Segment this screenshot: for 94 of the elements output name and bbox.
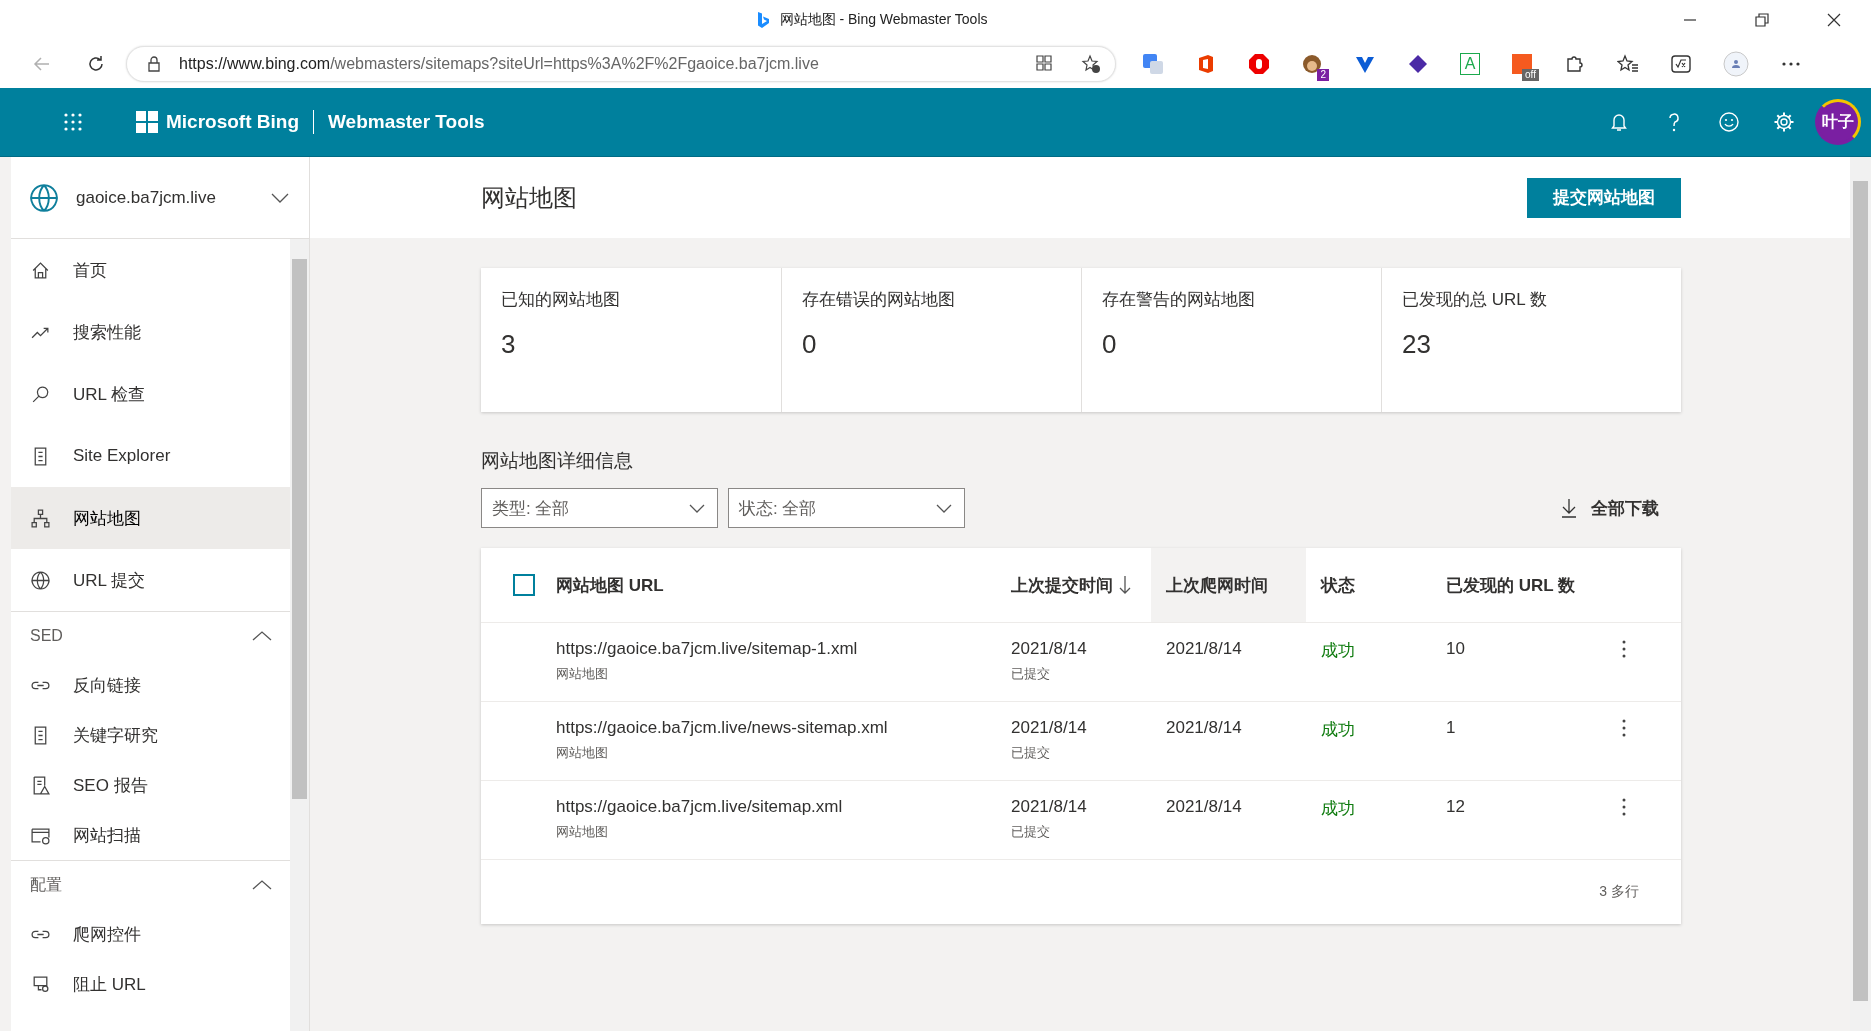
stat-label: 已发现的总 URL 数 [1402, 289, 1548, 311]
stat-value: 3 [501, 329, 517, 360]
download-icon [1561, 498, 1577, 518]
site-selector[interactable]: gaoice.ba7jcm.live [11, 157, 309, 239]
nav-item[interactable]: 爬网控件 [11, 909, 290, 959]
notification-icon[interactable] [1608, 111, 1630, 133]
stat-value: 23 [1402, 329, 1432, 360]
chevron-down-icon [689, 503, 705, 513]
column-header[interactable]: 上次爬网时间 [1151, 548, 1306, 622]
select-all-checkbox[interactable] [512, 574, 535, 596]
extension-badge: 2 [1317, 69, 1329, 81]
crawl-date: 2021/8/14 [1166, 797, 1243, 817]
column-header[interactable]: 状态 [1306, 548, 1446, 622]
section-header[interactable]: SED [11, 612, 290, 660]
more-options-icon[interactable] [1621, 639, 1627, 659]
status-text: 成功 [1321, 640, 1356, 662]
status-text: 成功 [1321, 719, 1356, 741]
nav-item[interactable]: Site Explorer [11, 425, 290, 487]
extension-badge: off [1522, 69, 1539, 81]
section-title: 网站地图详细信息 [481, 449, 634, 473]
product-name: Webmaster Tools [328, 111, 485, 133]
home-icon [30, 259, 51, 281]
sitemap-url: https://gaoice.ba7jcm.live/sitemap.xml [556, 797, 844, 817]
sitemap-icon [30, 507, 51, 529]
chevron-down-icon [936, 503, 952, 513]
page-title: 网站地图 [481, 182, 577, 213]
favorites-icon[interactable] [1617, 53, 1639, 75]
brand-name: Microsoft Bing [166, 111, 299, 133]
globe-icon [28, 181, 60, 214]
scrollbar[interactable] [290, 239, 309, 1031]
nav-item[interactable]: 网站扫描 [11, 810, 290, 860]
profile-icon[interactable] [1723, 51, 1749, 77]
submit-sitemap-button[interactable]: 提交网站地图 [1527, 177, 1681, 218]
app-launcher-icon[interactable] [63, 112, 83, 132]
nav-item[interactable]: 反向链接 [11, 660, 290, 710]
row-count: 3 多行 [1599, 883, 1639, 901]
download-all-button[interactable]: 全部下载 [1561, 496, 1681, 520]
math-icon[interactable] [1670, 53, 1692, 75]
restore-icon[interactable] [1755, 13, 1769, 27]
submit-date: 2021/8/14 [1011, 797, 1088, 817]
sitemap-url: https://gaoice.ba7jcm.live/sitemap-1.xml [556, 639, 859, 659]
nav-item[interactable]: 搜索性能 [11, 301, 290, 363]
nav-item[interactable]: 关键字研究 [11, 710, 290, 760]
microsoft-logo-icon [136, 111, 158, 133]
submit-note: 已提交 [1011, 823, 1051, 841]
submit-date: 2021/8/14 [1011, 718, 1088, 738]
window-title: 网站地图 - Bing Webmaster Tools [779, 11, 988, 29]
column-header[interactable]: 已发现的 URL 数 [1446, 548, 1621, 622]
crawl-date: 2021/8/14 [1166, 639, 1243, 659]
globe-icon [30, 569, 51, 591]
submit-date: 2021/8/14 [1011, 639, 1088, 659]
nav-item[interactable]: SEO 报告 [11, 760, 290, 810]
bing-logo-icon [755, 11, 770, 29]
stat-value: 0 [1102, 329, 1118, 360]
sitemap-url: https://gaoice.ba7jcm.live/news-sitemap.xml [556, 718, 889, 738]
stat-value: 0 [802, 329, 818, 360]
sitemap-type: 网站地图 [556, 744, 609, 762]
url-count: 1 [1446, 718, 1457, 738]
chevron-down-icon [271, 192, 289, 203]
submit-note: 已提交 [1011, 665, 1051, 683]
nav-item[interactable]: URL 检查 [11, 363, 290, 425]
puzzle-icon[interactable] [1564, 53, 1586, 75]
nav-item[interactable]: 阻止 URL [11, 959, 290, 1009]
reload-icon[interactable] [86, 54, 106, 74]
url-count: 12 [1446, 797, 1466, 817]
filter-dropdown[interactable]: 类型: 全部 [481, 488, 718, 528]
settings-icon[interactable] [1773, 111, 1795, 133]
crawl-date: 2021/8/14 [1166, 718, 1243, 738]
smiley-icon[interactable] [1718, 111, 1740, 133]
address-bar[interactable]: https://www.bing.com/webmasters/sitemaps?siteUrl=https%3A%2F%2Fgaoice.ba7jcm.live [126, 46, 1116, 82]
sort-arrow-icon [1119, 575, 1131, 595]
url-count: 10 [1446, 639, 1466, 659]
more-options-icon[interactable] [1621, 797, 1627, 817]
submit-note: 已提交 [1011, 744, 1051, 762]
stop-icon[interactable] [1248, 53, 1270, 75]
nav-item[interactable]: 首页 [11, 239, 290, 301]
sitemap-type: 网站地图 [556, 823, 609, 841]
close-icon[interactable] [1827, 13, 1841, 27]
apps-icon[interactable] [1035, 54, 1053, 72]
lock-icon [147, 56, 161, 72]
sitemap-type: 网站地图 [556, 665, 609, 683]
section-header[interactable]: 配置 [11, 861, 290, 909]
column-header[interactable]: 网站地图 URL [556, 548, 1011, 622]
column-header[interactable]: 上次提交时间 [1011, 548, 1151, 622]
filter-dropdown[interactable]: 状态: 全部 [728, 488, 965, 528]
stat-label: 存在警告的网站地图 [1102, 289, 1256, 311]
stat-label: 已知的网站地图 [501, 289, 621, 311]
favorite-add-icon[interactable] [1081, 54, 1101, 74]
more-options-icon[interactable] [1621, 718, 1627, 738]
status-text: 成功 [1321, 798, 1356, 820]
stat-label: 存在错误的网站地图 [802, 289, 956, 311]
user-avatar[interactable]: 叶子 [1815, 99, 1861, 145]
nav-item[interactable]: URL 提交 [11, 549, 290, 611]
nav-item[interactable]: 网站地图 [11, 487, 290, 549]
